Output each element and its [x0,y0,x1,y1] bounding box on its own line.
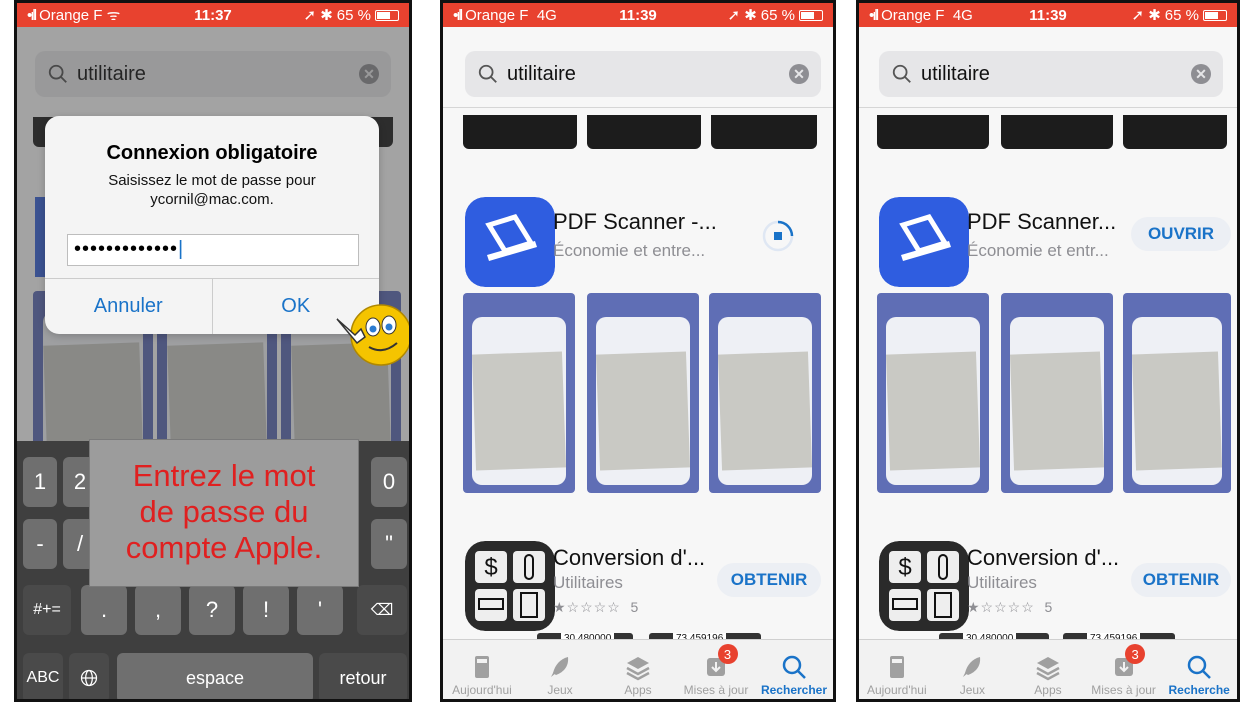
tab-bar: Aujourd'hui Jeux Apps 3 Mises à jour Rec… [859,639,1237,699]
key-comma[interactable]: , [135,585,181,635]
key-dash[interactable]: - [23,519,57,569]
search-field[interactable]: utilitaire ✕ [465,51,821,97]
status-right: ➚ ✱ 65 % [727,6,823,24]
globe-icon[interactable] [69,653,109,699]
search-icon [478,64,497,83]
key-abc[interactable]: ABC [23,653,63,699]
space-key[interactable]: espace [117,653,313,699]
status-right: ➚ ✱ 65 % [1131,6,1227,24]
previous-app-screenshot [711,115,817,149]
search-query: utilitaire [921,62,990,85]
tab-apps[interactable]: Apps [599,640,677,699]
rocket-icon [963,657,981,677]
status-right: ➚ ✱ 65 % [303,6,399,24]
app-screenshot[interactable] [709,293,821,493]
tab-search[interactable]: Rechercher [755,640,833,699]
app-category: Utilitaires [553,573,623,592]
layers-icon [626,657,650,681]
key-more-symbols[interactable]: #+= [23,585,71,635]
battery-icon [375,9,399,21]
previous-app-screenshot [463,115,577,149]
app-screenshot[interactable] [463,293,575,493]
tab-today[interactable]: Aujourd'hui [443,640,521,699]
updates-badge: 3 [717,644,738,664]
app-screenshot[interactable] [587,293,699,493]
app-category: Économie et entr... [967,241,1109,260]
tab-bar: Aujourd'hui Jeux Apps 3 Mises à jour Rec… [443,639,833,699]
layers-icon [1036,657,1060,681]
key-quote[interactable]: " [371,519,407,569]
battery-icon [799,9,823,21]
carrier-label: •ıll Orange F ᯤ [27,7,121,24]
screenshot-panel-3: •ıll Orange F 4G 11:39 ➚ ✱ 65 % utilitair… [856,0,1240,702]
tab-games[interactable]: Jeux [935,640,1011,699]
key-exclaim[interactable]: ! [243,585,289,635]
app-screenshot[interactable] [1123,293,1231,493]
clear-icon[interactable]: ✕ [789,64,809,84]
tab-today[interactable]: Aujourd'hui [859,640,935,699]
today-icon [889,656,904,678]
search-field[interactable]: utilitaire ✕ [879,51,1223,97]
previous-app-screenshot [1123,115,1227,149]
return-key[interactable]: retour [319,653,407,699]
rating-stars: ★☆☆☆☆ 5 [553,599,640,615]
dialog-message: Saisissez le mot de passe pour ycornil@m… [108,172,316,208]
key-1[interactable]: 1 [23,457,57,507]
login-dialog: Connexion obligatoire Saisissez le mot d… [45,116,379,334]
converter-app-icon[interactable]: $ [465,541,555,631]
password-field[interactable]: •••••••••••••| [67,234,359,266]
pdf-scanner-app-icon[interactable] [879,197,969,287]
svg-text:$: $ [898,554,911,581]
tab-apps[interactable]: Apps [1010,640,1086,699]
download-progress-icon[interactable] [761,219,795,253]
search-icon [1187,655,1212,679]
previous-app-screenshot [877,115,989,149]
search-icon [782,655,806,679]
key-0[interactable]: 0 [371,457,407,507]
battery-icon [1203,9,1227,21]
tab-updates[interactable]: 3 Mises à jour [677,640,755,699]
open-button[interactable]: OUVRIR [1131,217,1231,251]
tab-search[interactable]: Recherche [1161,640,1237,699]
key-apostrophe[interactable]: ' [297,585,343,635]
carrier-label: •ıll Orange F 4G [869,6,973,24]
instruction-overlay: Entrez le mot de passe du compte Apple. [89,439,359,587]
get-button[interactable]: OBTENIR [717,563,821,597]
status-bar: •ıll Orange F ᯤ 11:37 ➚ ✱ 65 % [17,3,409,27]
rocket-icon [551,657,569,677]
previous-app-screenshot [587,115,701,149]
updates-badge: 3 [1125,644,1146,664]
app-title[interactable]: Conversion d'... [967,545,1119,571]
backspace-icon[interactable]: ⌫ [357,585,407,635]
clear-icon[interactable]: ✕ [1191,64,1211,84]
pointing-smiley-icon [336,304,409,366]
app-title[interactable]: PDF Scanner -... [553,209,717,235]
app-screenshot[interactable] [877,293,989,493]
carrier-label: •ıll Orange F 4G [453,6,557,24]
search-icon [892,64,911,83]
screenshot-panel-2: •ıll Orange F 4G 11:39 ➚ ✱ 65 % utilitair… [440,0,836,702]
search-query: utilitaire [507,62,576,85]
status-bar: •ıll Orange F 4G 11:39 ➚ ✱ 65 % [859,3,1237,27]
svg-text:$: $ [484,554,497,581]
converter-app-icon[interactable]: $ [879,541,969,631]
today-icon [475,656,489,678]
pdf-scanner-app-icon[interactable] [465,197,555,287]
dialog-title: Connexion obligatoire [106,142,318,164]
previous-app-screenshot [1001,115,1113,149]
app-category: Économie et entre... [553,241,706,260]
tab-updates[interactable]: 3 Mises à jour [1086,640,1162,699]
status-bar: •ıll Orange F 4G 11:39 ➚ ✱ 65 % [443,3,833,27]
key-period[interactable]: . [81,585,127,635]
cancel-button[interactable]: Annuler [45,279,213,334]
app-title[interactable]: PDF Scanner... [967,209,1116,235]
get-button[interactable]: OBTENIR [1131,563,1231,597]
app-screenshot[interactable] [1001,293,1113,493]
rating-stars: ★☆☆☆☆ 5 [967,599,1054,615]
key-question[interactable]: ? [189,585,235,635]
app-title[interactable]: Conversion d'... [553,545,705,571]
screenshot-panel-1: •ıll Orange F ᯤ 11:37 ➚ ✱ 65 % utilitaire… [14,0,412,702]
app-category: Utilitaires [967,573,1037,592]
tab-games[interactable]: Jeux [521,640,599,699]
